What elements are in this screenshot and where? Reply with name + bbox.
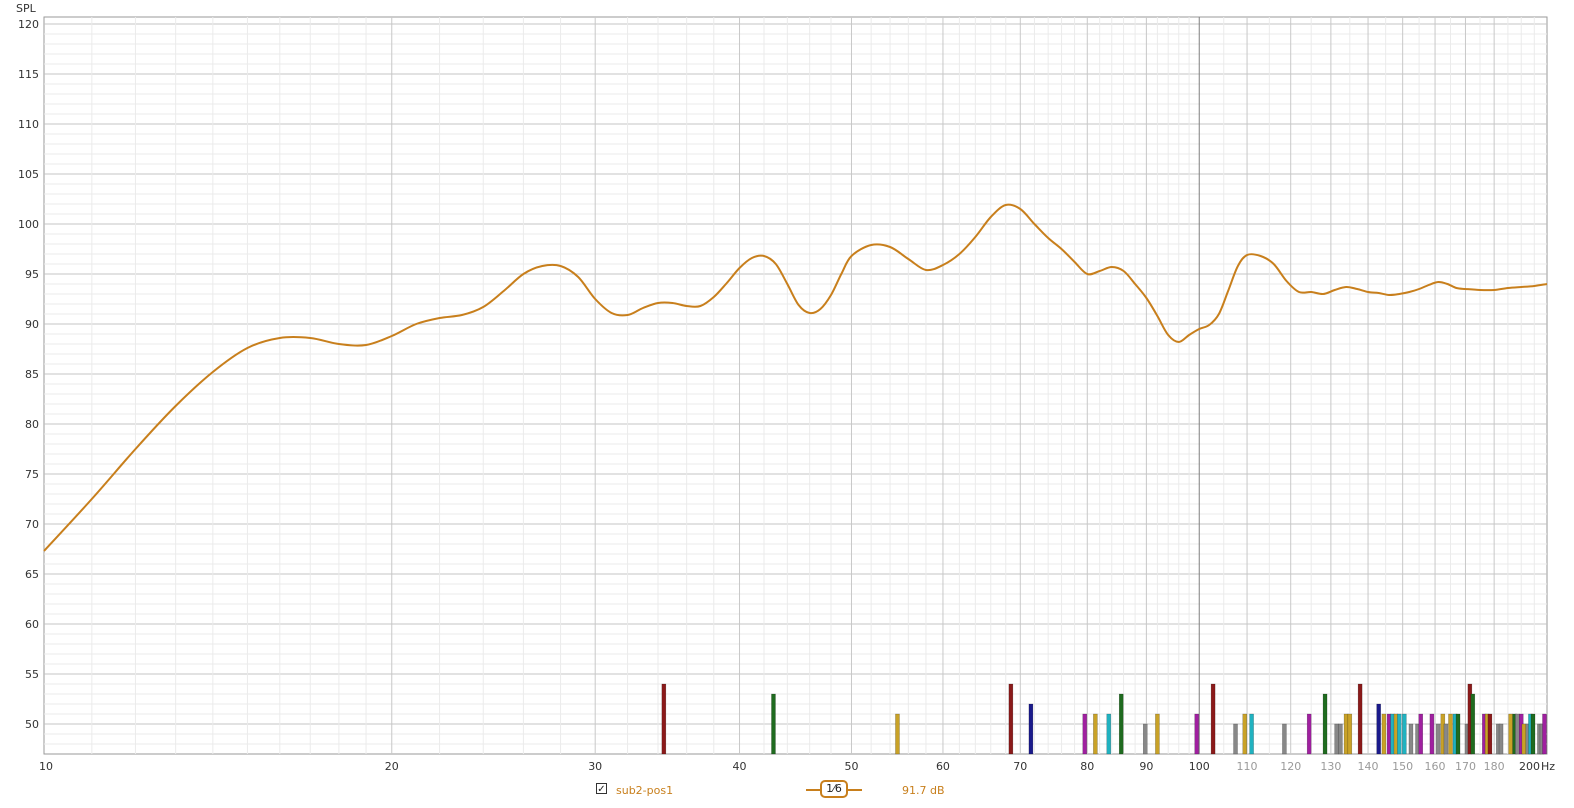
y-tick-label: 70 [25,518,39,531]
x-tick-label: 120 [1280,760,1301,773]
smoothing-label[interactable]: 1⁄6 [820,780,848,798]
y-tick-label: 105 [18,168,39,181]
x-axis-ticks: 10 20 30 40 50 60 70 80 90 100 110 120 130 140 150 160 1… [39,760,1540,773]
marker-bar [1338,723,1343,755]
marker-bar [1082,713,1088,755]
y-tick-label: 115 [18,68,39,81]
marker-bar [1508,713,1513,755]
marker-bar [1306,713,1312,755]
marker-bar [1455,713,1461,755]
y-axis-ticks: 50 55 60 65 70 75 80 85 90 95 100 105 110 115 120 [18,18,39,731]
marker-bar [1347,713,1353,755]
marker-bar [1487,713,1493,755]
marker-bar [1106,713,1112,755]
smoothing-control[interactable]: 1⁄6 [806,778,862,800]
marker-bar [1008,683,1014,755]
y-tick-label: 100 [18,218,39,231]
marker-bar [1143,723,1148,755]
x-tick-label: 130 [1320,760,1341,773]
y-tick-label: 120 [18,18,39,31]
marker-bar [1233,723,1238,755]
marker-bar [1470,693,1476,755]
y-axis-label: SPL [16,2,37,15]
marker-bar [1515,713,1520,755]
marker-bar [661,683,667,755]
marker-bar [1357,683,1363,755]
x-tick-label: 90 [1139,760,1153,773]
y-tick-label: 65 [25,568,39,581]
y-tick-label: 75 [25,468,39,481]
marker-bar [1381,713,1387,755]
x-tick-label: 30 [588,760,602,773]
legend-bar: ✓ sub2-pos1 1⁄6 91.7 dB [0,776,1574,804]
marker-bar [1249,713,1254,755]
marker-bar [1397,713,1402,755]
x-tick-label: 60 [936,760,950,773]
y-tick-label: 50 [25,718,39,731]
marker-bar [1498,723,1504,755]
x-tick-label: 160 [1425,760,1446,773]
x-tick-label: 150 [1392,760,1413,773]
y-tick-label: 60 [25,618,39,631]
y-tick-label: 95 [25,268,39,281]
x-tick-label: 180 [1484,760,1505,773]
marker-bar [1408,723,1414,755]
x-tick-label: 110 [1237,760,1258,773]
marker-bar [1322,693,1328,755]
cursor-value-readout: 91.7 dB [902,784,945,797]
x-tick-label: 40 [733,760,747,773]
marker-bar [1402,713,1407,755]
x-tick-label: 70 [1013,760,1027,773]
marker-bar [1155,713,1160,755]
marker-bar [1448,713,1453,755]
marker-bar [1542,713,1547,755]
marker-bar [1343,713,1349,755]
marker-bar [1521,723,1527,755]
marker-bar [1118,693,1124,755]
marker-bar [1210,683,1216,755]
legend-series-name[interactable]: sub2-pos1 [616,784,673,797]
marker-bar [1028,703,1034,755]
y-tick-label: 90 [25,318,39,331]
marker-bar [1429,713,1435,755]
plot-background [43,16,1548,755]
marker-bar [1530,713,1536,755]
marker-bar [1334,723,1339,755]
series-visibility-checkbox[interactable]: ✓ [596,783,607,795]
y-tick-label: 110 [18,118,39,131]
marker-bar [771,693,776,755]
x-tick-label: 50 [844,760,858,773]
y-tick-label: 55 [25,668,39,681]
x-tick-label: 170 [1455,760,1476,773]
x-tick-label: 80 [1080,760,1094,773]
marker-bar [1376,703,1381,755]
marker-bar [1194,713,1199,755]
marker-bar [1242,713,1248,755]
marker-bar [1418,713,1423,755]
marker-bar [1435,723,1441,755]
x-tick-label: 200 [1519,760,1540,773]
x-tick-label: 10 [39,760,53,773]
x-tick-label: 140 [1358,760,1379,773]
spl-chart: 10 20 30 40 50 60 70 80 90 100 110 120 130 140 150 160 1… [16,2,1555,773]
x-tick-label: 100 [1189,760,1210,773]
y-tick-label: 80 [25,418,39,431]
marker-bar [895,713,900,755]
x-tick-label: 20 [385,760,399,773]
x-axis-unit: Hz [1541,760,1555,773]
marker-bar [1093,713,1098,755]
y-tick-label: 85 [25,368,39,381]
marker-bar [1443,723,1449,755]
marker-bar [1282,723,1287,755]
